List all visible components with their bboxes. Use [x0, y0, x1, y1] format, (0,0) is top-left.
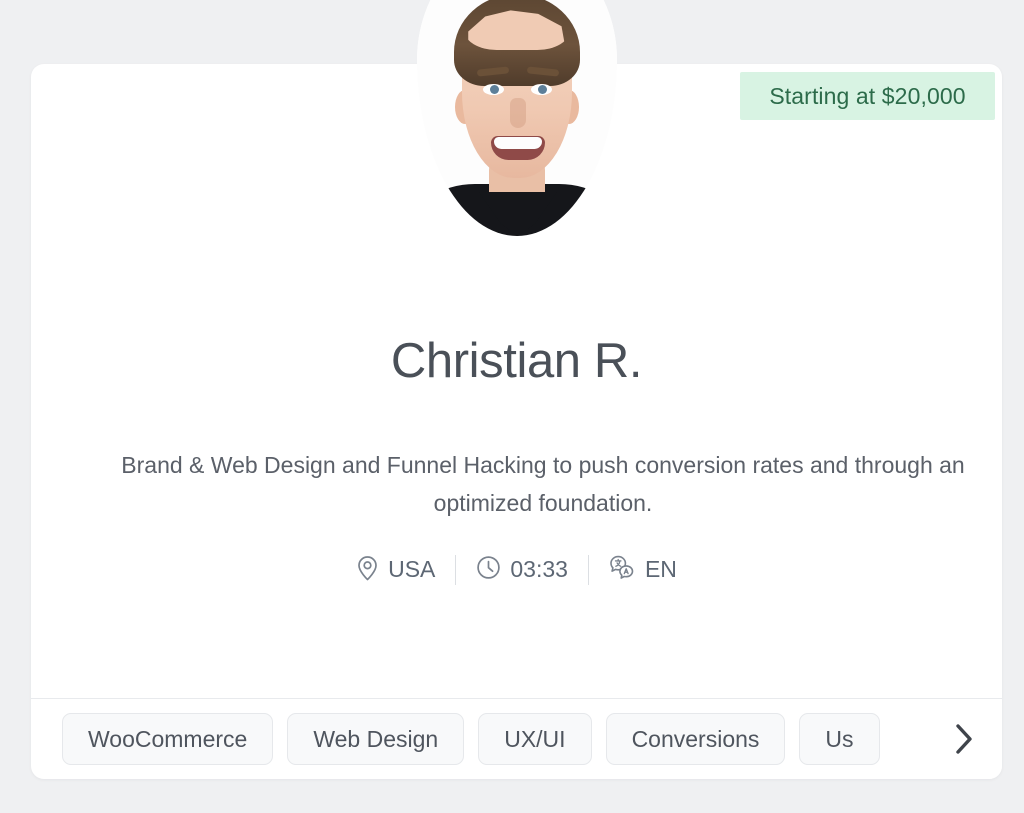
tag-chip[interactable]: Us — [799, 713, 880, 765]
tag-chip[interactable]: Web Design — [287, 713, 465, 765]
profile-description: Brand & Web Design and Funnel Hacking to… — [121, 452, 965, 516]
chevron-right-icon — [956, 724, 972, 754]
tags-carousel[interactable]: WooCommerce Web Design UX/UI Conversions… — [31, 699, 1002, 779]
map-pin-icon — [356, 555, 379, 585]
meta-location-label: USA — [388, 556, 436, 582]
avatar-photo — [417, 0, 617, 236]
clock-icon — [476, 555, 501, 584]
profile-meta-row: USA 03:33 EN — [31, 554, 1002, 585]
meta-localtime: 03:33 — [456, 555, 588, 584]
tag-chip[interactable]: UX/UI — [478, 713, 592, 765]
price-badge: Starting at $20,000 — [740, 72, 995, 120]
price-badge-label: Starting at $20,000 — [769, 82, 966, 109]
tags-next-button[interactable] — [942, 717, 986, 761]
meta-language: EN — [589, 554, 697, 585]
translate-icon — [609, 554, 636, 585]
profile-card-page: Christian R. Brand & Web Design and Funn… — [0, 0, 1024, 813]
avatar — [417, 0, 617, 236]
tag-chip[interactable]: Conversions — [605, 713, 786, 765]
avatar-ring — [417, 0, 617, 236]
profile-name: Christian R. — [390, 334, 643, 388]
meta-language-label: EN — [644, 556, 677, 582]
tag-chip[interactable]: WooCommerce — [62, 713, 274, 765]
meta-location: USA — [336, 555, 455, 585]
tags-list: WooCommerce Web Design UX/UI Conversions… — [62, 713, 880, 765]
meta-localtime-label: 03:33 — [510, 556, 568, 582]
